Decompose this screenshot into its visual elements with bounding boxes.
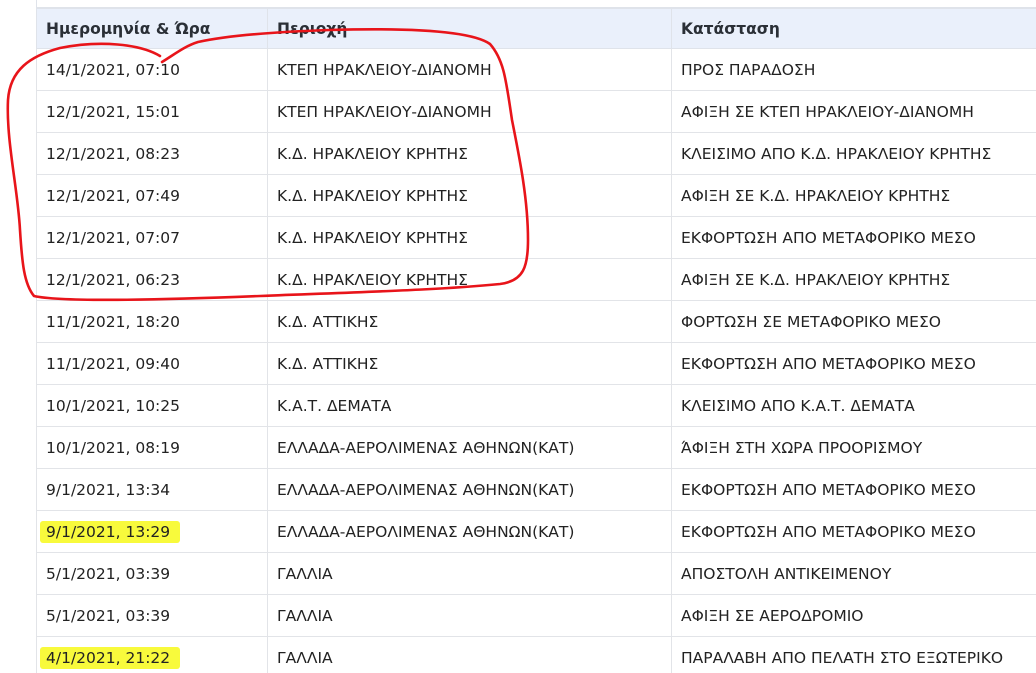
cell-status: ΑΦΙΞΗ ΣΕ ΑΕΡΟΔΡΟΜΙΟ [671,594,1036,637]
table-row: 9/1/2021, 13:29 ΕΛΛΑΔΑ-ΑΕΡΟΛΙΜΕΝΑΣ ΑΘΗΝΩΝ… [36,510,1036,553]
table-row: 12/1/2021, 07:07 Κ.Δ. ΗΡΑΚΛΕΙΟΥ ΚΡΗΤΗΣ ΕΚΦ… [36,216,1036,259]
cell-date: 10/1/2021, 08:19 [36,426,268,469]
cell-status: ΠΑΡΑΛΑΒΗ ΑΠΟ ΠΕΛΑΤΗ ΣΤΟ ΕΞΩΤΕΡΙΚΟ [671,636,1036,673]
table-row: 9/1/2021, 13:34 ΕΛΛΑΔΑ-ΑΕΡΟΛΙΜΕΝΑΣ ΑΘΗΝΩΝ… [36,468,1036,511]
date-text: 12/1/2021, 15:01 [46,102,180,121]
cell-status: ΑΠΟΣΤΟΛΗ ΑΝΤΙΚΕΙΜΕΝΟΥ [671,552,1036,595]
date-text: 11/1/2021, 09:40 [46,354,180,373]
table-row: 10/1/2021, 10:25 Κ.Α.Τ. ΔΕΜΑΤΑ ΚΛΕΙΣΙΜΟ ΑΠ… [36,384,1036,427]
cell-date: 4/1/2021, 21:22 [36,636,268,673]
cell-date: 5/1/2021, 03:39 [36,552,268,595]
cell-date: 10/1/2021, 10:25 [36,384,268,427]
table-row: 5/1/2021, 03:39 ΓΑΛΛΙΑ ΑΦΙΞΗ ΣΕ ΑΕΡΟΔΡΟΜΙΟ [36,594,1036,637]
date-text: 14/1/2021, 07:10 [46,60,180,79]
cell-status: ΠΡΟΣ ΠΑΡΑΔΟΣΗ [671,48,1036,91]
table-row: 4/1/2021, 21:22 ΓΑΛΛΙΑ ΠΑΡΑΛΑΒΗ ΑΠΟ ΠΕΛΑΤΗ… [36,636,1036,673]
table-row: 12/1/2021, 07:49 Κ.Δ. ΗΡΑΚΛΕΙΟΥ ΚΡΗΤΗΣ ΑΦΙ… [36,174,1036,217]
date-text: 12/1/2021, 06:23 [46,270,180,289]
cell-area: Κ.Δ. ΑΤΤΙΚΗΣ [267,300,672,343]
column-header-status: Κατάσταση [671,8,1036,49]
date-text: 4/1/2021, 21:22 [40,646,181,669]
table-top-strip [36,0,1036,8]
cell-area: ΓΑΛΛΙΑ [267,552,672,595]
date-text: 9/1/2021, 13:34 [46,480,171,499]
table-body: 14/1/2021, 07:10 ΚΤΕΠ ΗΡΑΚΛΕΙΟΥ-ΔΙΑΝΟΜΗ ΠΡ… [36,48,1036,673]
cell-status: ΑΦΙΞΗ ΣΕ Κ.Δ. ΗΡΑΚΛΕΙΟΥ ΚΡΗΤΗΣ [671,258,1036,301]
cell-area: Κ.Δ. ΗΡΑΚΛΕΙΟΥ ΚΡΗΤΗΣ [267,132,672,175]
date-text: 12/1/2021, 07:49 [46,186,180,205]
cell-status: ΚΛΕΙΣΙΜΟ ΑΠΟ Κ.Α.Τ. ΔΕΜΑΤΑ [671,384,1036,427]
date-text: 9/1/2021, 13:29 [40,520,181,543]
column-header-area: Περιοχή [267,8,672,49]
cell-area: Κ.Δ. ΗΡΑΚΛΕΙΟΥ ΚΡΗΤΗΣ [267,174,672,217]
cell-date: 12/1/2021, 08:23 [36,132,268,175]
cell-date: 12/1/2021, 07:07 [36,216,268,259]
cell-area: ΓΑΛΛΙΑ [267,636,672,673]
cell-area: ΕΛΛΑΔΑ-ΑΕΡΟΛΙΜΕΝΑΣ ΑΘΗΝΩΝ(ΚΑΤ) [267,468,672,511]
cell-area: Κ.Α.Τ. ΔΕΜΑΤΑ [267,384,672,427]
table-header-row: Ημερομηνία & Ώρα Περιοχή Κατάσταση [36,8,1036,49]
cell-area: ΓΑΛΛΙΑ [267,594,672,637]
cell-status: ΕΚΦΟΡΤΩΣΗ ΑΠΟ ΜΕΤΑΦΟΡΙΚΟ ΜΕΣΟ [671,468,1036,511]
date-text: 10/1/2021, 10:25 [46,396,180,415]
cell-area: ΕΛΛΑΔΑ-ΑΕΡΟΛΙΜΕΝΑΣ ΑΘΗΝΩΝ(ΚΑΤ) [267,426,672,469]
cell-date: 12/1/2021, 06:23 [36,258,268,301]
cell-status: ΑΦΙΞΗ ΣΕ ΚΤΕΠ ΗΡΑΚΛΕΙΟΥ-ΔΙΑΝΟΜΗ [671,90,1036,133]
cell-date: 9/1/2021, 13:29 [36,510,268,553]
cell-date: 12/1/2021, 07:49 [36,174,268,217]
table-row: 11/1/2021, 18:20 Κ.Δ. ΑΤΤΙΚΗΣ ΦΟΡΤΩΣΗ ΣΕ Μ… [36,300,1036,343]
cell-date: 11/1/2021, 18:20 [36,300,268,343]
date-text: 10/1/2021, 08:19 [46,438,180,457]
cell-area: Κ.Δ. ΑΤΤΙΚΗΣ [267,342,672,385]
table-row: 12/1/2021, 15:01 ΚΤΕΠ ΗΡΑΚΛΕΙΟΥ-ΔΙΑΝΟΜΗ ΑΦ… [36,90,1036,133]
cell-area: ΚΤΕΠ ΗΡΑΚΛΕΙΟΥ-ΔΙΑΝΟΜΗ [267,90,672,133]
cell-date: 11/1/2021, 09:40 [36,342,268,385]
cell-date: 12/1/2021, 15:01 [36,90,268,133]
cell-date: 9/1/2021, 13:34 [36,468,268,511]
date-text: 5/1/2021, 03:39 [46,606,171,625]
cell-status: ΕΚΦΟΡΤΩΣΗ ΑΠΟ ΜΕΤΑΦΟΡΙΚΟ ΜΕΣΟ [671,342,1036,385]
table-row: 5/1/2021, 03:39 ΓΑΛΛΙΑ ΑΠΟΣΤΟΛΗ ΑΝΤΙΚΕΙΜΕΝ… [36,552,1036,595]
tracking-history-panel: Ημερομηνία & Ώρα Περιοχή Κατάσταση 14/1/… [36,0,1036,673]
date-text: 11/1/2021, 18:20 [46,312,180,331]
cell-status: ΚΛΕΙΣΙΜΟ ΑΠΟ Κ.Δ. ΗΡΑΚΛΕΙΟΥ ΚΡΗΤΗΣ [671,132,1036,175]
date-text: 12/1/2021, 07:07 [46,228,180,247]
table-row: 12/1/2021, 06:23 Κ.Δ. ΗΡΑΚΛΕΙΟΥ ΚΡΗΤΗΣ ΑΦΙ… [36,258,1036,301]
table-row: 12/1/2021, 08:23 Κ.Δ. ΗΡΑΚΛΕΙΟΥ ΚΡΗΤΗΣ ΚΛΕ… [36,132,1036,175]
tracking-page: Ημερομηνία & Ώρα Περιοχή Κατάσταση 14/1/… [0,0,1036,673]
cell-status: ΕΚΦΟΡΤΩΣΗ ΑΠΟ ΜΕΤΑΦΟΡΙΚΟ ΜΕΣΟ [671,216,1036,259]
cell-date: 5/1/2021, 03:39 [36,594,268,637]
left-gutter [0,0,36,673]
column-header-date: Ημερομηνία & Ώρα [36,8,268,49]
tracking-history-table: Ημερομηνία & Ώρα Περιοχή Κατάσταση 14/1/… [36,8,1036,673]
table-row: 10/1/2021, 08:19 ΕΛΛΑΔΑ-ΑΕΡΟΛΙΜΕΝΑΣ ΑΘΗΝΩ… [36,426,1036,469]
cell-status: ΆΦΙΞΗ ΣΤΗ ΧΩΡΑ ΠΡΟΟΡΙΣΜΟΥ [671,426,1036,469]
date-text: 5/1/2021, 03:39 [46,564,171,583]
cell-status: ΕΚΦΟΡΤΩΣΗ ΑΠΟ ΜΕΤΑΦΟΡΙΚΟ ΜΕΣΟ [671,510,1036,553]
cell-area: Κ.Δ. ΗΡΑΚΛΕΙΟΥ ΚΡΗΤΗΣ [267,216,672,259]
cell-area: Κ.Δ. ΗΡΑΚΛΕΙΟΥ ΚΡΗΤΗΣ [267,258,672,301]
date-text: 12/1/2021, 08:23 [46,144,180,163]
cell-status: ΑΦΙΞΗ ΣΕ Κ.Δ. ΗΡΑΚΛΕΙΟΥ ΚΡΗΤΗΣ [671,174,1036,217]
cell-area: ΕΛΛΑΔΑ-ΑΕΡΟΛΙΜΕΝΑΣ ΑΘΗΝΩΝ(ΚΑΤ) [267,510,672,553]
cell-area: ΚΤΕΠ ΗΡΑΚΛΕΙΟΥ-ΔΙΑΝΟΜΗ [267,48,672,91]
cell-date: 14/1/2021, 07:10 [36,48,268,91]
table-row: 11/1/2021, 09:40 Κ.Δ. ΑΤΤΙΚΗΣ ΕΚΦΟΡΤΩΣΗ ΑΠ… [36,342,1036,385]
table-row: 14/1/2021, 07:10 ΚΤΕΠ ΗΡΑΚΛΕΙΟΥ-ΔΙΑΝΟΜΗ ΠΡ… [36,48,1036,91]
cell-status: ΦΟΡΤΩΣΗ ΣΕ ΜΕΤΑΦΟΡΙΚΟ ΜΕΣΟ [671,300,1036,343]
